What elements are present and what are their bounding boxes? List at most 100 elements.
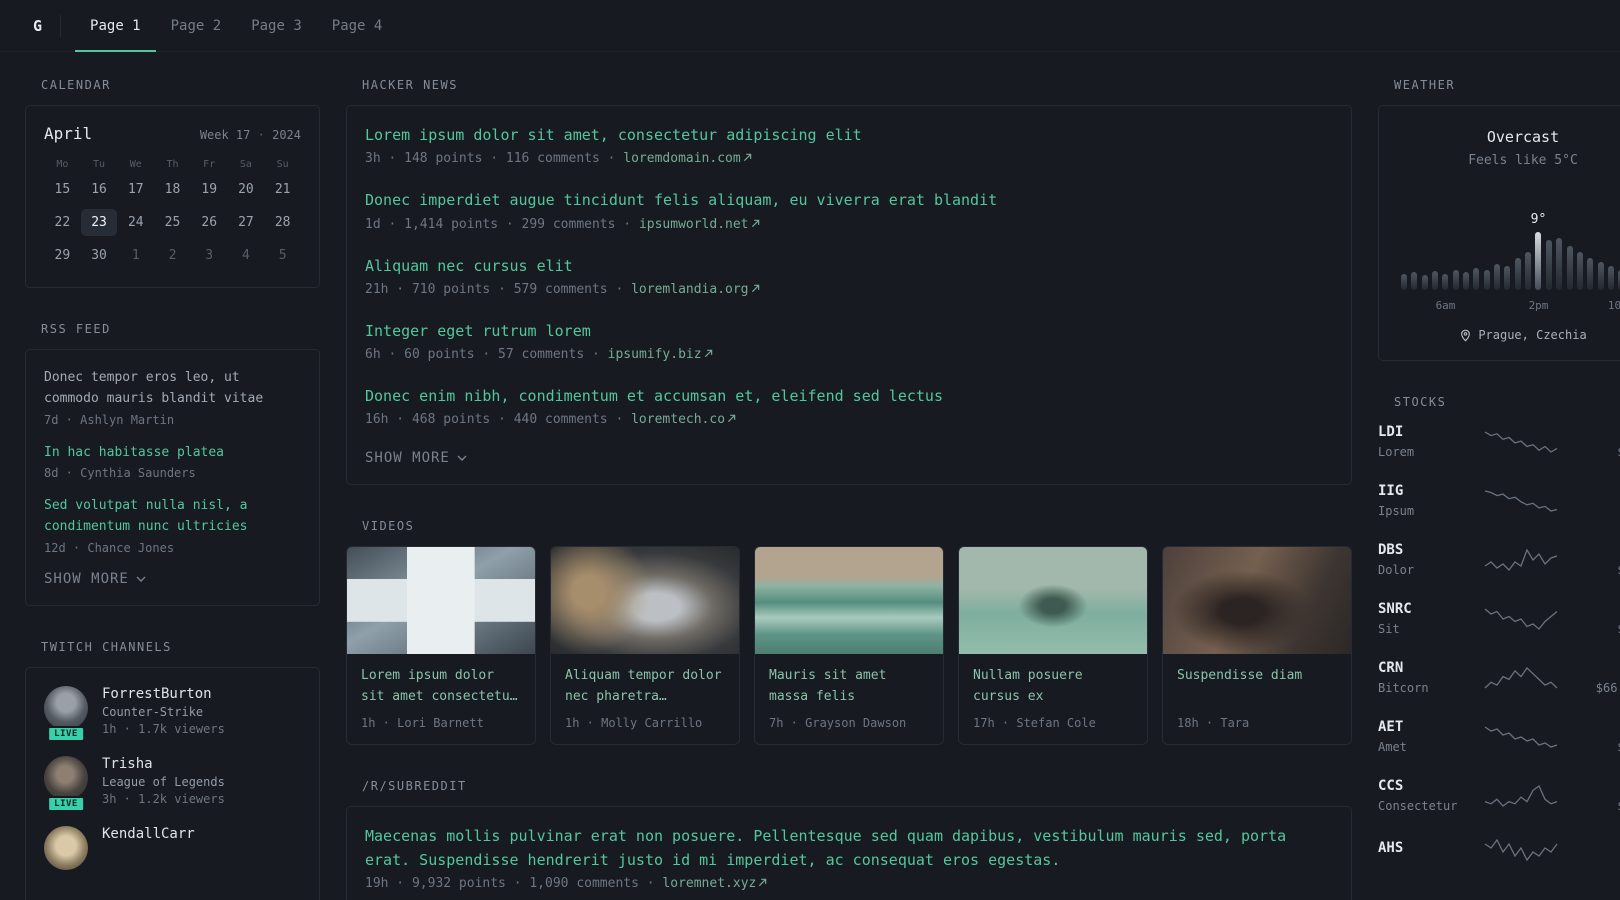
stock-symbol[interactable]: LDI xyxy=(1378,424,1470,440)
rss-item[interactable]: In hac habitasse platea 8d · Cynthia Sau… xyxy=(44,443,301,481)
stock-price: $148.64 xyxy=(1572,622,1620,636)
stock-change: +0.46% xyxy=(1572,840,1620,855)
stock-price: $66,171.48 xyxy=(1595,680,1620,695)
rss-item-title[interactable]: In hac habitasse platea xyxy=(44,443,301,464)
stock-change: -1.00% xyxy=(1572,661,1620,676)
stock-row[interactable]: AHS +0.46% xyxy=(1378,837,1620,863)
stock-symbol[interactable]: IIG xyxy=(1378,483,1470,499)
stock-sparkline xyxy=(1484,666,1558,688)
stock-sparkline xyxy=(1484,784,1558,807)
stock-symbol[interactable]: CRN xyxy=(1378,660,1470,676)
video-thumbnail[interactable] xyxy=(959,547,1147,655)
page-tab[interactable]: Page 3 xyxy=(236,0,317,52)
source-link[interactable]: loremnet.xyz xyxy=(662,876,767,891)
twitch-channel-row[interactable]: LIVE ForrestBurton Counter-Strike 1h · 1… xyxy=(44,685,301,742)
stock-name: Consectetur xyxy=(1378,799,1458,813)
video-title[interactable]: Aliquam tempor dolor nec pharetra… xyxy=(565,666,725,710)
stock-row[interactable]: SNRC Sit +1.36% $148.64 xyxy=(1378,601,1620,636)
stock-price: $499.72 xyxy=(1572,740,1620,754)
stock-row[interactable]: LDI Lorem +4.35% $795.18 xyxy=(1378,424,1620,459)
hacker-news-box: Lorem ipsum dolor sit amet, consectetur … xyxy=(346,105,1352,486)
video-thumbnail[interactable] xyxy=(347,547,535,655)
twitch-channel-name[interactable]: Trisha xyxy=(102,756,225,772)
twitch-channel-game[interactable]: League of Legends xyxy=(102,775,225,789)
subreddit-post: Maecenas mollis pulvinar erat non posuer… xyxy=(365,825,1333,891)
rss-item[interactable]: Donec tempor eros leo, ut commodo mauris… xyxy=(44,368,301,427)
source-link[interactable]: loremtech.co xyxy=(631,412,736,427)
stock-row[interactable]: AET Amet +0.92% $499.72 xyxy=(1378,719,1620,754)
calendar-widget-title: CALENDAR xyxy=(41,78,111,92)
video-card[interactable]: Suspendisse diam 18h · Tara xyxy=(1162,546,1352,746)
stock-row[interactable]: CCS Consectetur +0.51% $165.84 xyxy=(1378,778,1620,813)
rss-item-title[interactable]: Donec tempor eros leo, ut commodo mauris… xyxy=(44,368,301,410)
hacker-news-item-title[interactable]: Donec enim nibh, condimentum et accumsan… xyxy=(365,385,1333,408)
chevron-down-icon xyxy=(457,455,467,462)
source-link[interactable]: ipsumify.biz xyxy=(608,347,713,362)
rss-show-more-button[interactable]: SHOW MORE xyxy=(44,571,146,587)
video-card[interactable]: Aliquam tempor dolor nec pharetra… 1h · … xyxy=(550,546,740,746)
stock-change: +1.36% xyxy=(1572,602,1620,617)
app-logo[interactable]: G xyxy=(25,13,50,39)
twitch-channel-game[interactable]: Counter-Strike xyxy=(102,705,225,719)
external-link-icon xyxy=(704,349,712,358)
twitch-channel-name[interactable]: ForrestBurton xyxy=(102,686,225,702)
weather-widget: WEATHER Overcast Feels like 5°C 9° 6am 2p… xyxy=(1378,78,1620,361)
hacker-news-item-title[interactable]: Donec imperdiet augue tincidunt felis al… xyxy=(365,189,1333,212)
video-thumbnail[interactable] xyxy=(551,547,739,655)
subreddit-post-title[interactable]: Maecenas mollis pulvinar erat non posuer… xyxy=(365,825,1333,872)
stock-row[interactable]: DBS Dolor +1.42% $156.28 xyxy=(1378,542,1620,577)
hacker-news-show-more-button[interactable]: SHOW MORE xyxy=(365,450,467,466)
calendar-dow-label: Tu xyxy=(93,159,106,170)
source-link[interactable]: loremdomain.com xyxy=(623,151,751,166)
hacker-news-item-meta: 16h · 468 points · 440 comments · loremt… xyxy=(365,412,1333,427)
video-thumbnail[interactable] xyxy=(755,547,943,655)
stock-sparkline xyxy=(1484,430,1558,453)
hacker-news-list: Lorem ipsum dolor sit amet, consectetur … xyxy=(365,124,1333,427)
video-title[interactable]: Lorem ipsum dolor sit amet consectetu… xyxy=(361,666,521,710)
videos-row: Lorem ipsum dolor sit amet consectetu… 1… xyxy=(346,546,1352,746)
calendar-day: 5 xyxy=(278,248,287,263)
page-tab[interactable]: Page 2 xyxy=(156,0,237,52)
page-tab[interactable]: Page 4 xyxy=(317,0,398,52)
left-column: CALENDAR April Week 17 · 2024 Mo Tu We Th Fr… xyxy=(25,78,320,900)
stock-price: $42.04 xyxy=(1572,504,1620,518)
twitch-channel-row[interactable]: LIVE Trisha League of Legends 3h · 1.2k … xyxy=(44,755,301,812)
calendar-day: 23 xyxy=(80,209,118,236)
video-card[interactable]: Lorem ipsum dolor sit amet consectetu… 1… xyxy=(346,546,536,746)
stock-symbol[interactable]: AHS xyxy=(1378,840,1470,856)
calendar-day: 17 xyxy=(127,182,144,197)
stock-symbol[interactable]: CCS xyxy=(1378,778,1470,794)
stocks-list: LDI Lorem +4.35% $795.18 xyxy=(1378,422,1620,863)
twitch-channel-name[interactable]: KendallCarr xyxy=(102,826,195,842)
stock-symbol[interactable]: DBS xyxy=(1378,542,1470,558)
rss-widget: RSS FEED Donec tempor eros leo, ut commo… xyxy=(25,322,320,606)
twitch-channel-row[interactable]: KendallCarr xyxy=(44,825,301,870)
stock-symbol[interactable]: AET xyxy=(1378,719,1470,735)
video-meta: 17h · Stefan Cole xyxy=(973,716,1096,731)
middle-column: HACKER NEWS Lorem ipsum dolor sit amet, … xyxy=(346,78,1352,900)
hacker-news-widget-title: HACKER NEWS xyxy=(362,78,458,92)
hacker-news-item-title[interactable]: Integer eget rutrum lorem xyxy=(365,320,1333,343)
video-meta: 1h · Molly Carrillo xyxy=(565,716,703,731)
video-title[interactable]: Mauris sit amet massa felis xyxy=(769,666,929,710)
stock-row[interactable]: CRN Bitcorn -1.00% $66,171.48 xyxy=(1378,660,1620,695)
stock-change: +0.92% xyxy=(1572,720,1620,735)
stock-symbol[interactable]: SNRC xyxy=(1378,601,1470,617)
video-thumbnail[interactable] xyxy=(1163,547,1351,655)
video-card[interactable]: Nullam posuere cursus ex 17h · Stefan Co… xyxy=(958,546,1148,746)
hacker-news-item-title[interactable]: Aliquam nec cursus elit xyxy=(365,255,1333,278)
rss-item[interactable]: Sed volutpat nulla nisl, a condimentum n… xyxy=(44,496,301,555)
hacker-news-item-title[interactable]: Lorem ipsum dolor sit amet, consectetur … xyxy=(365,124,1333,147)
calendar-day: 27 xyxy=(238,215,254,230)
page-tab[interactable]: Page 1 xyxy=(75,0,156,52)
video-card[interactable]: Mauris sit amet massa felis 7h · Grayson… xyxy=(754,546,944,746)
calendar-day: 20 xyxy=(238,182,254,197)
video-meta: 18h · Tara xyxy=(1177,716,1250,731)
video-title[interactable]: Nullam posuere cursus ex xyxy=(973,666,1133,710)
stock-row[interactable]: IIG Ipsum +2.84% $42.04 xyxy=(1378,483,1620,518)
source-link[interactable]: loremlandia.org xyxy=(631,282,759,297)
source-link[interactable]: ipsumworld.net xyxy=(639,217,760,232)
stocks-widget-title: STOCKS xyxy=(1394,395,1447,409)
video-title[interactable]: Suspendisse diam xyxy=(1177,666,1337,710)
rss-item-title[interactable]: Sed volutpat nulla nisl, a condimentum n… xyxy=(44,496,301,538)
